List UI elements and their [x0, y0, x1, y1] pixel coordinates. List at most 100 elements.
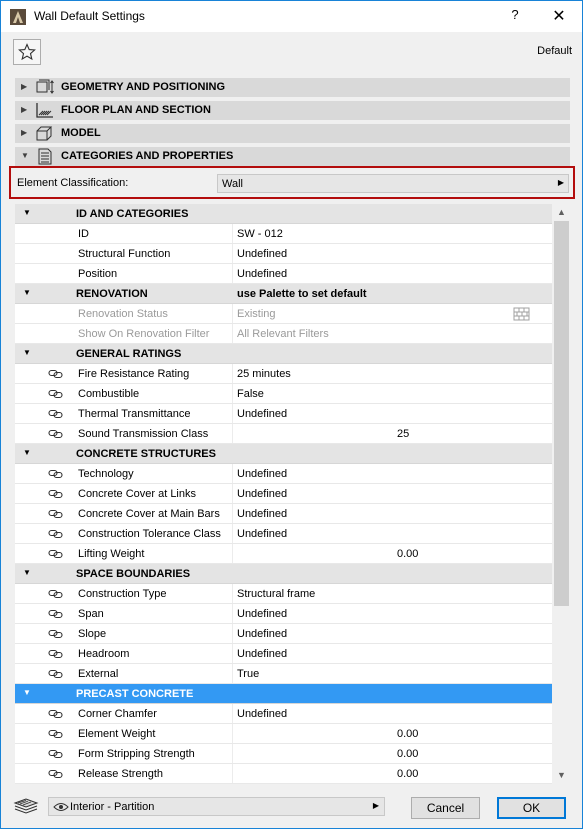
property-name: Concrete Cover at Links — [78, 488, 196, 500]
scroll-thumb[interactable] — [554, 221, 569, 606]
property-row-slope[interactable]: Slope Undefined — [15, 624, 552, 644]
property-value[interactable]: Structural frame — [237, 588, 315, 600]
property-name: Construction Type — [78, 588, 167, 600]
property-row-span[interactable]: Span Undefined — [15, 604, 552, 624]
expanded-triangle-icon[interactable]: ▼ — [23, 208, 31, 217]
collapsed-triangle-icon: ▶ — [21, 128, 28, 137]
property-value: Existing — [237, 308, 276, 320]
property-numeric-value[interactable]: 25 — [397, 428, 409, 440]
group-row-general-ratings[interactable]: ▼ GENERAL RATINGS — [15, 344, 552, 364]
property-row-corner-chamfer[interactable]: Corner Chamfer Undefined — [15, 704, 552, 724]
property-row-construction-type[interactable]: Construction Type Structural frame — [15, 584, 552, 604]
section-categories-and-properties[interactable]: ▼ CATEGORIES AND PROPERTIES — [15, 147, 570, 166]
property-row-concrete-cover-at-main-bars[interactable]: Concrete Cover at Main Bars Undefined — [15, 504, 552, 524]
chain-link-icon — [48, 429, 63, 439]
geometry-icon — [36, 79, 54, 94]
collapsed-triangle-icon: ▶ — [21, 105, 28, 114]
chain-link-icon — [48, 749, 63, 759]
favorites-button[interactable] — [13, 39, 41, 65]
property-name: Structural Function — [78, 248, 171, 260]
property-row-id[interactable]: ID SW - 012 — [15, 224, 552, 244]
floor-plan-icon — [36, 103, 53, 118]
property-row-headroom[interactable]: Headroom Undefined — [15, 644, 552, 664]
chain-link-icon — [48, 409, 63, 419]
chain-link-icon — [48, 769, 63, 779]
wall-default-settings-dialog: Wall Default Settings ? ✕ Default ▶ GEOM… — [0, 0, 583, 829]
group-label: GENERAL RATINGS — [76, 348, 182, 360]
property-value[interactable]: Undefined — [237, 508, 287, 520]
property-row-fire-resistance-rating[interactable]: Fire Resistance Rating 25 minutes — [15, 364, 552, 384]
property-value[interactable]: SW - 012 — [237, 228, 283, 240]
property-value[interactable]: Undefined — [237, 268, 287, 280]
group-row-renovation[interactable]: ▼ RENOVATION use Palette to set default — [15, 284, 552, 304]
property-name: Release Strength — [78, 768, 163, 780]
property-value[interactable]: Undefined — [237, 248, 287, 260]
property-row-structural-function[interactable]: Structural Function Undefined — [15, 244, 552, 264]
group-row-space-boundaries[interactable]: ▼ SPACE BOUNDARIES — [15, 564, 552, 584]
element-classification-select[interactable]: Wall ▶ — [217, 174, 569, 193]
expanded-triangle-icon[interactable]: ▼ — [23, 688, 31, 697]
scroll-up-icon[interactable]: ▲ — [553, 204, 570, 221]
expanded-triangle-icon[interactable]: ▼ — [23, 288, 31, 297]
property-value[interactable]: 25 minutes — [237, 368, 291, 380]
property-value[interactable]: Undefined — [237, 628, 287, 640]
property-row-lifting-weight[interactable]: Lifting Weight 0.00 — [15, 544, 552, 564]
close-button[interactable]: ✕ — [548, 6, 570, 28]
archicad-app-icon — [10, 9, 26, 25]
property-row-sound-transmission-class[interactable]: Sound Transmission Class 25 — [15, 424, 552, 444]
section-geometry-and-positioning[interactable]: ▶ GEOMETRY AND POSITIONING — [15, 78, 570, 97]
property-row-technology[interactable]: Technology Undefined — [15, 464, 552, 484]
property-name: Position — [78, 268, 118, 280]
help-button[interactable]: ? — [505, 7, 525, 27]
property-name: Slope — [78, 628, 107, 640]
property-row-element-weight[interactable]: Element Weight 0.00 — [15, 724, 552, 744]
property-row-renovation-status[interactable]: Renovation Status Existing — [15, 304, 552, 324]
scroll-down-icon[interactable]: ▼ — [553, 767, 570, 784]
property-value[interactable]: Undefined — [237, 708, 287, 720]
property-row-concrete-cover-at-links[interactable]: Concrete Cover at Links Undefined — [15, 484, 552, 504]
property-row-show-on-renovation-filter[interactable]: Show On Renovation Filter All Relevant Fi… — [15, 324, 552, 344]
property-row-position[interactable]: Position Undefined — [15, 264, 552, 284]
property-value[interactable]: Undefined — [237, 408, 287, 420]
property-name: Combustible — [78, 388, 140, 400]
property-value[interactable]: Undefined — [237, 528, 287, 540]
property-value[interactable]: Undefined — [237, 648, 287, 660]
model-icon — [36, 126, 53, 141]
property-row-combustible[interactable]: Combustible False — [15, 384, 552, 404]
property-value[interactable]: False — [237, 388, 264, 400]
star-icon — [18, 43, 36, 61]
property-row-form-stripping-strength[interactable]: Form Stripping Strength 0.00 — [15, 744, 552, 764]
property-value: All Relevant Filters — [237, 328, 329, 340]
vertical-scrollbar[interactable]: ▲ ▼ — [553, 204, 570, 784]
section-floor-plan-and-section[interactable]: ▶ FLOOR PLAN AND SECTION — [15, 101, 570, 120]
section-model[interactable]: ▶ MODEL — [15, 124, 570, 143]
property-value[interactable]: True — [237, 668, 259, 680]
chain-link-icon — [48, 729, 63, 739]
layer-select[interactable]: Interior - Partition ▶ — [48, 797, 385, 816]
group-row-precast-concrete[interactable]: ▼ PRECAST CONCRETE — [15, 684, 552, 704]
property-value[interactable]: Undefined — [237, 468, 287, 480]
property-row-thermal-transmittance[interactable]: Thermal Transmittance Undefined — [15, 404, 552, 424]
expanded-triangle-icon[interactable]: ▼ — [23, 448, 31, 457]
expanded-triangle-icon[interactable]: ▼ — [23, 348, 31, 357]
expanded-triangle-icon[interactable]: ▼ — [23, 568, 31, 577]
property-value[interactable]: Undefined — [237, 608, 287, 620]
property-numeric-value[interactable]: 0.00 — [397, 728, 418, 740]
property-row-release-strength[interactable]: Release Strength 0.00 — [15, 764, 552, 784]
ok-button[interactable]: OK — [497, 797, 566, 819]
group-row-id-and-categories[interactable]: ▼ ID AND CATEGORIES — [15, 204, 552, 224]
chain-link-icon — [48, 389, 63, 399]
group-row-concrete-structures[interactable]: ▼ CONCRETE STRUCTURES — [15, 444, 552, 464]
property-numeric-value[interactable]: 0.00 — [397, 748, 418, 760]
layers-icon — [13, 798, 39, 814]
property-row-construction-tolerance-class[interactable]: Construction Tolerance Class Undefined — [15, 524, 552, 544]
chain-link-icon — [48, 469, 63, 479]
property-numeric-value[interactable]: 0.00 — [397, 768, 418, 780]
property-value[interactable]: Undefined — [237, 488, 287, 500]
section-label: CATEGORIES AND PROPERTIES — [61, 150, 234, 162]
chain-link-icon — [48, 669, 63, 679]
cancel-button[interactable]: Cancel — [411, 797, 480, 819]
property-numeric-value[interactable]: 0.00 — [397, 548, 418, 560]
brick-wall-icon — [513, 307, 530, 321]
property-row-external[interactable]: External True — [15, 664, 552, 684]
